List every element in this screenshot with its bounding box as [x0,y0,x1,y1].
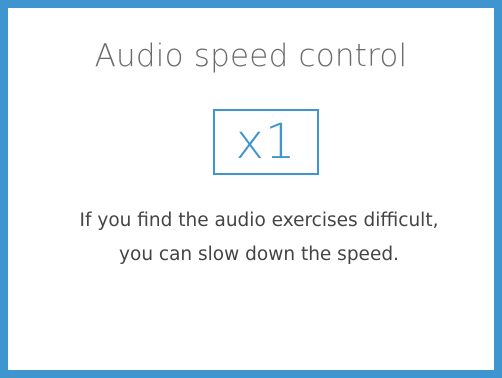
description-line-2: you can slow down the speed. [119,244,399,265]
speed-toggle-button[interactable]: x1 [213,109,319,175]
description-line-1: If you find the audio exercises difficul… [79,210,439,231]
audio-speed-panel: Audio speed control x1 If you find the a… [0,0,502,378]
speed-description: If you find the audio exercises difficul… [18,204,500,272]
panel-title: Audio speed control [94,38,408,74]
speed-value-label: x1 [235,114,297,170]
